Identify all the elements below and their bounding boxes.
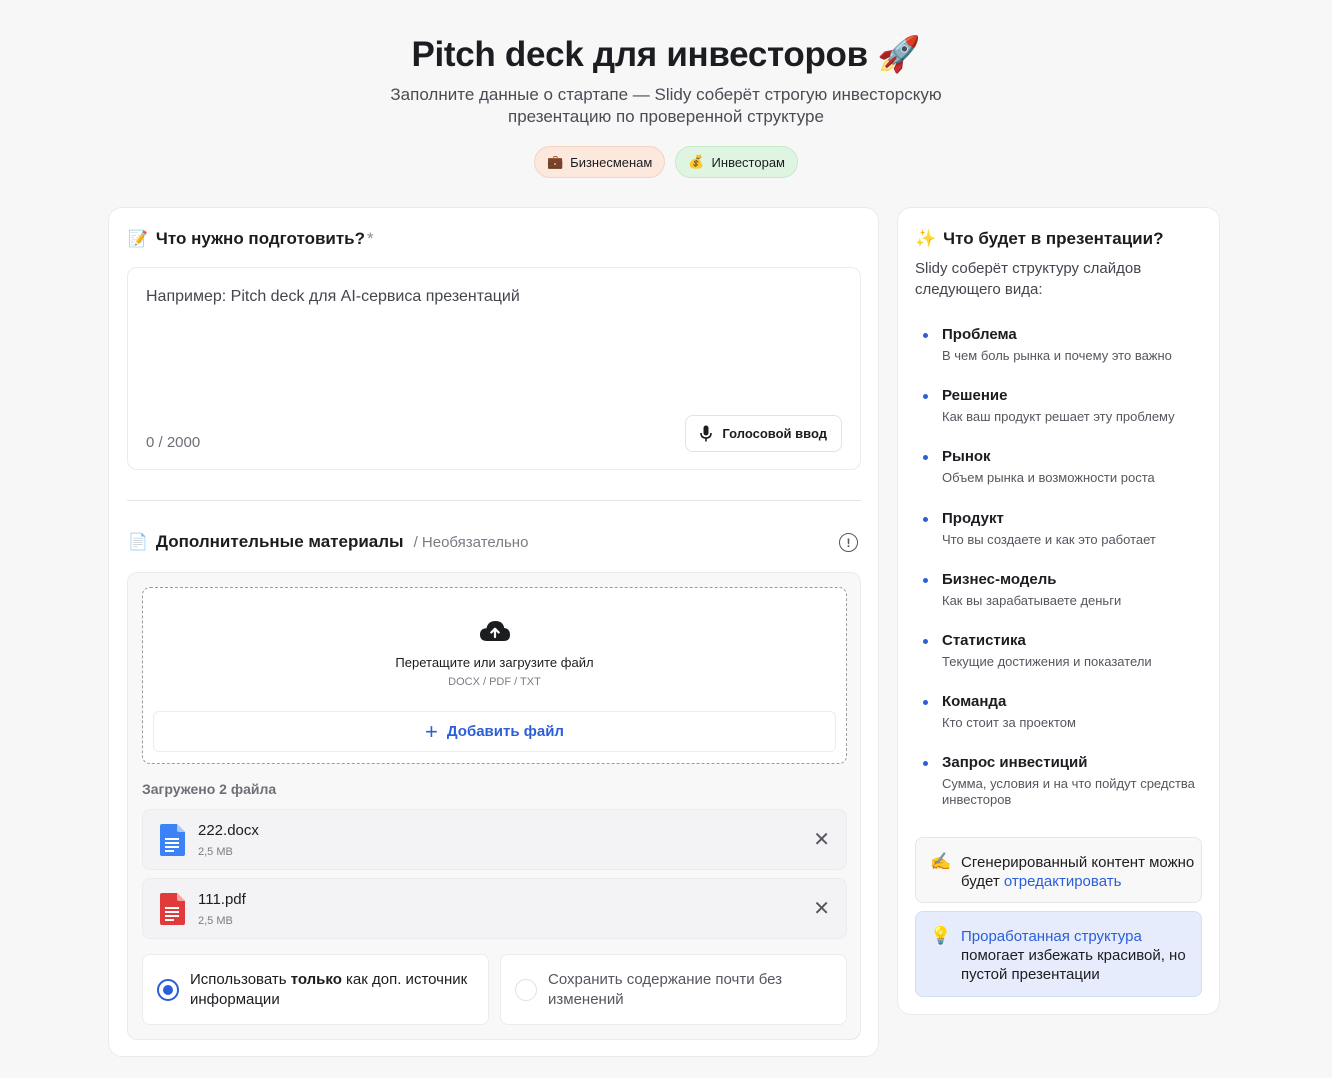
audience-chips: 💼 Бизнесменам 💰 Инвесторам: [0, 146, 1332, 178]
remove-file-button[interactable]: ✕: [813, 899, 830, 919]
writing-hand-icon: ✍️: [930, 852, 952, 871]
info-icon[interactable]: !: [839, 533, 858, 552]
drag-hint: Перетащите или загрузите файл: [395, 655, 594, 670]
file-types: DOCX / PDF / TXT: [448, 676, 541, 688]
char-counter: 0 / 2000: [146, 434, 201, 451]
materials-panel: Перетащите или загрузите файл DOCX / PDF…: [127, 572, 861, 1040]
docx-file-icon: [160, 824, 185, 856]
edit-note: ✍️ Сгенерированный контент можно будет о…: [915, 837, 1202, 903]
structure-title: ✨ Что будет в презентации?: [915, 229, 1164, 248]
option-keep-content[interactable]: Сохранить содержание почти без изменений: [500, 954, 847, 1025]
page-icon: 📄: [128, 534, 148, 551]
option-use-as-source[interactable]: Использовать только как доп. источник ин…: [142, 954, 489, 1025]
file-size: 2,5 MB: [198, 846, 233, 858]
money-bag-icon: 💰: [688, 154, 705, 169]
structure-link[interactable]: Проработанная структура: [961, 928, 1142, 945]
list-item: Бизнес-модель Как вы зарабатываете деньги: [922, 571, 1212, 632]
materials-section-title: 📄 Дополнительные материалы / Необязатель…: [128, 532, 529, 551]
list-item: Проблема В чем боль рынка и почему это ва…: [922, 326, 1212, 387]
file-name: 222.docx: [198, 822, 259, 839]
radio-selected[interactable]: [157, 979, 179, 1001]
radio-unselected[interactable]: [515, 979, 537, 1001]
file-item: 222.docx 2,5 MB ✕: [142, 809, 847, 870]
edit-link[interactable]: отредактировать: [1004, 873, 1122, 890]
plus-icon: +: [425, 718, 438, 744]
lightbulb-icon: 💡: [930, 926, 952, 945]
list-item: Запрос инвестиций Сумма, условия и на что…: [922, 754, 1212, 815]
page-subtitle: Заполните данные о стартапе — Slidy собе…: [390, 85, 942, 126]
chip-investors[interactable]: 💰 Инвесторам: [675, 146, 798, 178]
memo-icon: 📝: [128, 231, 148, 248]
structure-list: Проблема В чем боль рынка и почему это ва…: [922, 326, 1212, 816]
microphone-icon: [700, 425, 713, 442]
sparkles-icon: ✨: [915, 229, 937, 248]
rocket-icon: 🚀: [877, 35, 921, 74]
file-name: 111.pdf: [198, 891, 246, 908]
file-size: 2,5 MB: [198, 915, 233, 927]
prompt-textarea[interactable]: Например: Pitch deck для AI-сервиса през…: [127, 267, 861, 470]
structure-card: ✨ Что будет в презентации? Slidy соберёт…: [897, 207, 1220, 1015]
uploaded-count: Загружено 2 файла: [142, 781, 277, 797]
remove-file-button[interactable]: ✕: [813, 830, 830, 850]
prompt-section-title: 📝 Что нужно подготовить? *: [128, 229, 374, 248]
cloud-upload-icon: [479, 621, 510, 641]
list-item: Рынок Объем рынка и возможности роста: [922, 448, 1212, 509]
chip-businessmen[interactable]: 💼 Бизнесменам: [533, 146, 666, 178]
list-item: Команда Кто стоит за проектом: [922, 693, 1212, 754]
list-item: Решение Как ваш продукт решает эту пробле…: [922, 387, 1212, 448]
page-title: Pitch deck для инвесторов 🚀: [411, 35, 921, 74]
file-dropzone[interactable]: Перетащите или загрузите файл DOCX / PDF…: [142, 587, 847, 764]
pdf-file-icon: [160, 893, 185, 925]
briefcase-icon: 💼: [546, 154, 564, 169]
section-divider: [127, 500, 861, 501]
structure-description: Slidy соберёт структуру слайдов следующе…: [915, 260, 1142, 298]
file-item: 111.pdf 2,5 MB ✕: [142, 878, 847, 939]
list-item: Продукт Что вы создаете и как это работае…: [922, 510, 1212, 571]
add-file-button[interactable]: + Добавить файл: [153, 711, 836, 752]
prompt-placeholder: Например: Pitch deck для AI-сервиса през…: [146, 288, 520, 305]
list-item: Статистика Текущие достижения и показател…: [922, 632, 1212, 693]
voice-input-button[interactable]: Голосовой ввод: [685, 415, 842, 452]
form-card: 📝 Что нужно подготовить? * Например: Pit…: [108, 207, 879, 1057]
structure-tip-note: 💡 Проработанная структура помогает избеж…: [915, 911, 1202, 997]
